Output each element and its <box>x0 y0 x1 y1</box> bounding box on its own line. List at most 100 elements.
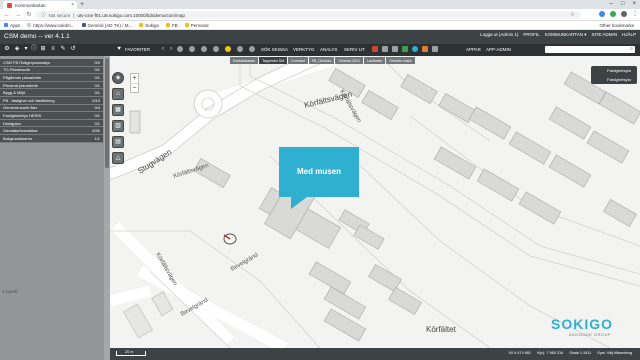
bookmark-item[interactable]: https://www.sokdm... <box>27 23 75 28</box>
skriv-ut-button[interactable]: SKRIV UT <box>344 47 365 52</box>
doc-icon[interactable] <box>392 46 398 52</box>
coordinate-system[interactable]: Syst: Välj tillkantning <box>597 351 632 355</box>
basemap-tab-active[interactable]: Tapperdsl DM <box>259 57 288 64</box>
filter-icon[interactable]: ▾ <box>23 46 29 52</box>
basemap-tab[interactable]: FB_Ortofoto <box>308 57 335 64</box>
layers-icon[interactable]: ◈ <box>14 46 20 52</box>
globe-icon[interactable] <box>177 46 183 52</box>
export-icon[interactable] <box>382 46 388 52</box>
back-map-icon[interactable]: ‹ <box>160 46 166 52</box>
extension-icon[interactable] <box>599 11 605 17</box>
browser-tab[interactable]: Kommunkartan × <box>3 1 77 9</box>
layer-item[interactable]: Fastighetsfrys HERIS 0/1 <box>0 112 103 120</box>
home-icon[interactable]: ⌂ <box>112 88 124 100</box>
bookmark-item[interactable]: Sokigo <box>139 23 159 28</box>
zoom-out-button[interactable]: − <box>131 83 138 92</box>
heart-icon[interactable]: ♥ <box>116 46 122 52</box>
logo-subtext: ADDNODE GROUP <box>568 332 612 337</box>
favorites-button[interactable]: FAVORITER <box>125 47 150 52</box>
address-bar[interactable]: ⓘ Not secure | utv-csm-f01.utv.sokigo.co… <box>36 11 581 19</box>
settings-icon[interactable]: ⚙ <box>4 46 10 52</box>
new-tab-icon[interactable]: + <box>80 1 84 8</box>
refresh-icon[interactable]: ↺ <box>70 46 76 52</box>
city-icon[interactable]: ▥ <box>112 120 124 132</box>
layer-item[interactable]: FB - fastighet och fastifulning 0/10 <box>0 96 103 105</box>
layer-item[interactable]: CSM FB Rotigerpasanalys 0/0 <box>0 59 103 67</box>
parcel-icon[interactable]: ▤ <box>112 136 124 148</box>
map-canvas[interactable]: Stugvägen Körfältsvägen Körfältsvägen Kö… <box>110 56 640 348</box>
window-icon[interactable] <box>432 46 438 52</box>
zoom-in-button[interactable]: + <box>131 74 138 83</box>
info-icon[interactable]: ⓘ <box>41 12 46 18</box>
map-search-input[interactable]: ⌕ <box>545 46 635 53</box>
verktyg-button[interactable]: VERKTYG <box>293 47 315 52</box>
appar-button[interactable]: APPAR <box>466 47 481 52</box>
site-admin-link[interactable]: SITE ADMIN <box>591 32 617 38</box>
layer-item[interactable]: Planerat planarbete 0/1 <box>0 81 103 90</box>
bookmark-item[interactable]: FB <box>165 23 178 28</box>
bookmark-item[interactable]: Personal <box>184 23 209 28</box>
excel-icon[interactable] <box>402 46 408 52</box>
bookmark-item[interactable]: General (AD TK) / M... <box>81 23 132 28</box>
grid-icon[interactable]: ⊞ <box>40 46 46 52</box>
measure-icon[interactable] <box>189 46 195 52</box>
cloud-icon[interactable] <box>412 46 418 52</box>
forward-map-icon[interactable]: › <box>168 46 174 52</box>
info-icon[interactable]: ⓘ <box>31 46 37 52</box>
background-item[interactable]: Fastighetsyta <box>591 75 637 84</box>
close-tab-icon[interactable]: × <box>71 2 77 8</box>
other-bookmarks[interactable]: Other bookmarks <box>599 21 634 30</box>
edit-icon[interactable]: ✎ <box>60 46 66 52</box>
search-icon[interactable]: ⌕ <box>630 46 633 53</box>
forward-icon[interactable]: → <box>15 12 21 18</box>
road-icon[interactable]: △ <box>112 152 124 164</box>
profile-link[interactable]: PROFIL <box>523 32 539 38</box>
basemap-tab[interactable]: Lantkarte <box>364 57 386 64</box>
maximize-icon[interactable]: □ <box>621 0 625 9</box>
kommunkartan-menu[interactable]: KOMMUNKARTAN ▾ <box>545 32 587 38</box>
target-icon[interactable] <box>237 46 243 52</box>
layer-item[interactable]: Geodata/översiktsa 0/30 <box>0 127 103 135</box>
bookmark-item[interactable]: Apps <box>4 23 20 28</box>
layer-item[interactable]: TO-Planeracde 0/1 <box>0 66 103 75</box>
pdf-icon[interactable] <box>372 46 378 52</box>
scroll-thumb[interactable] <box>105 58 109 168</box>
layer-item[interactable]: Bygg & Miljö 0/1 <box>0 89 103 97</box>
map-place-label: s kapell <box>2 289 18 294</box>
layer-item[interactable]: Detaljplan 0/1 <box>0 119 103 128</box>
analys-button[interactable]: ANALYS <box>320 47 337 52</box>
close-window-icon[interactable]: × <box>632 0 636 9</box>
bookmark-star-icon[interactable]: ☆ <box>570 11 575 19</box>
basemap-tab[interactable]: Ortofoto makk <box>386 57 415 64</box>
logout-link[interactable]: Logga ut (Admin 1) <box>480 32 518 38</box>
background-item[interactable]: Fastighetsyta <box>591 66 637 75</box>
draw-icon[interactable] <box>201 46 207 52</box>
profile-icon[interactable] <box>621 11 627 17</box>
page-icon <box>27 23 32 27</box>
help-link[interactable]: HJÄLP <box>622 32 636 38</box>
map-tool-column: ◈ ⌂ ▦ ▥ ▤ △ <box>112 72 126 168</box>
basemap-tab[interactable]: Kontaktkartan <box>230 57 259 64</box>
lightbulb-icon[interactable] <box>225 46 231 52</box>
folder-icon <box>165 23 170 27</box>
basemap-tab[interactable]: Ortofoto 2021 <box>335 57 364 64</box>
y-coordinate: N(v): 7 965 216 <box>537 351 564 355</box>
sok-skissa-button[interactable]: SÖK SKISSA <box>261 47 288 52</box>
building-icon[interactable]: ▦ <box>112 104 124 116</box>
menu-icon[interactable]: ⋮ <box>632 11 638 17</box>
reload-icon[interactable]: ↻ <box>26 11 32 18</box>
app-header: CSM demo -- ver 4.1.1 Logga ut (Admin 1)… <box>0 30 640 44</box>
layer-item[interactable]: Gemenensamt åter 0/4 <box>0 104 103 113</box>
app-admin-button[interactable]: APP-ADMIN <box>486 47 511 52</box>
print-icon[interactable] <box>213 46 219 52</box>
back-icon[interactable]: ← <box>4 12 10 18</box>
list-icon[interactable]: ≡ <box>50 46 56 52</box>
layer-item[interactable]: Bakgrundskartor 1/1 <box>0 134 103 143</box>
minimize-icon[interactable]: – <box>610 0 613 9</box>
share-icon[interactable] <box>422 46 428 52</box>
basemap-tab[interactable]: Kontrast <box>288 57 308 64</box>
zoom-icon[interactable] <box>249 46 255 52</box>
layer-item[interactable]: Pågående planarbete 0/1 <box>0 74 103 82</box>
extension-icon[interactable] <box>610 11 616 17</box>
layers-stack-icon[interactable]: ◈ <box>112 72 124 84</box>
